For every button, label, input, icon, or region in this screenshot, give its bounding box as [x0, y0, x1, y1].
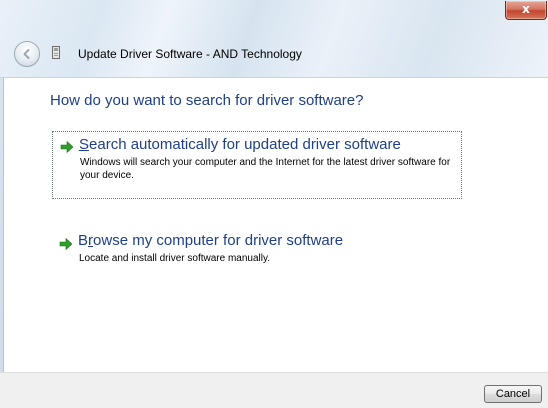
- green-arrow-icon: [60, 140, 74, 154]
- search-automatically-description: Windows will search your computer and th…: [80, 157, 451, 181]
- browse-computer-description: Locate and install driver software manua…: [79, 253, 271, 264]
- option-title-start: B: [78, 232, 89, 249]
- option-title-text: owse my computer for driver software: [93, 232, 344, 249]
- green-arrow-icon: [59, 237, 73, 251]
- page-heading: How do you want to search for driver sof…: [50, 92, 364, 109]
- back-arrow-icon: [23, 49, 30, 59]
- device-icon: [52, 46, 60, 59]
- back-button[interactable]: [14, 41, 40, 67]
- window-title: Update Driver Software - AND Technology: [78, 47, 302, 61]
- browse-computer-option[interactable]: Browse my computer for driver software L…: [52, 230, 462, 270]
- search-automatically-option[interactable]: Search automatically for updated driver …: [52, 131, 462, 199]
- close-button[interactable]: x: [505, 1, 547, 20]
- dialog-footer: [0, 372, 548, 408]
- access-key: S: [79, 136, 90, 153]
- option-title-text: earch automatically for updated driver s…: [89, 136, 401, 153]
- window-left-border: [0, 78, 4, 408]
- title-bar: [0, 0, 548, 78]
- search-automatically-title[interactable]: Search automatically for updated driver …: [79, 136, 401, 153]
- browse-computer-title[interactable]: Browse my computer for driver software: [78, 232, 343, 249]
- update-driver-dialog: x Update Driver Software - AND Technolog…: [0, 0, 548, 408]
- cancel-button[interactable]: Cancel: [484, 385, 542, 403]
